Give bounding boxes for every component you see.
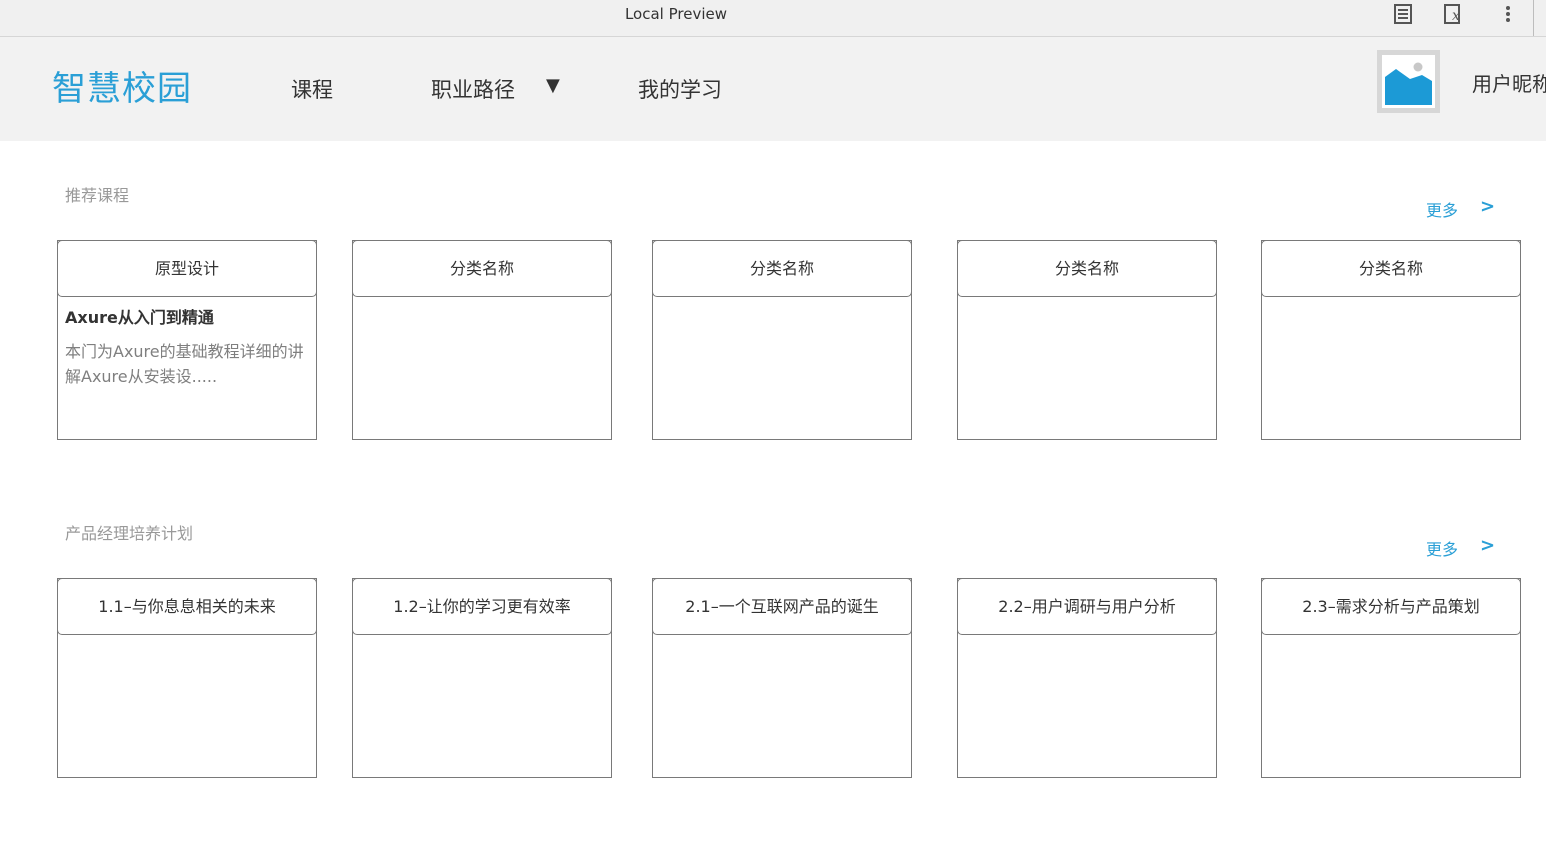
- card-category[interactable]: 分类名称: [352, 240, 612, 297]
- toolbar-divider: [1533, 0, 1534, 36]
- card-category[interactable]: 分类名称: [957, 240, 1217, 297]
- variables-icon[interactable]: x: [1443, 3, 1465, 25]
- site-logo[interactable]: 智慧校园: [52, 61, 192, 110]
- section-title-pm-plan: 产品经理培养计划: [65, 524, 194, 543]
- course-card[interactable]: 分类名称: [1261, 240, 1521, 440]
- more-link[interactable]: 更多: [1426, 197, 1458, 221]
- svg-text:x: x: [1452, 8, 1460, 24]
- nav-my-learning[interactable]: 我的学习: [638, 74, 722, 104]
- card-category[interactable]: 分类名称: [1261, 240, 1521, 297]
- course-description: 本门为Axure的基础教程详细的讲解Axure从安装设.....: [65, 342, 304, 386]
- preview-toolbar: Local Preview x: [0, 0, 1546, 37]
- lesson-title[interactable]: 1.1–与你息息相关的未来: [57, 578, 317, 635]
- preview-title: Local Preview: [624, 5, 728, 23]
- chevron-right-icon[interactable]: >: [1480, 535, 1495, 556]
- chevron-down-icon[interactable]: ▼: [546, 75, 560, 96]
- course-card[interactable]: 原型设计 Axure从入门到精通 本门为Axure的基础教程详细的讲解Axure…: [57, 240, 317, 440]
- notes-icon[interactable]: [1392, 3, 1414, 25]
- lesson-title[interactable]: 2.3–需求分析与产品策划: [1261, 578, 1521, 635]
- course-card[interactable]: 分类名称: [652, 240, 912, 440]
- card-category[interactable]: 分类名称: [652, 240, 912, 297]
- lesson-title[interactable]: 1.2–让你的学习更有效率: [352, 578, 612, 635]
- course-card[interactable]: 分类名称: [352, 240, 612, 440]
- avatar[interactable]: [1377, 50, 1440, 113]
- lesson-card[interactable]: 2.2–用户调研与用户分析: [957, 578, 1217, 778]
- lesson-card[interactable]: 2.3–需求分析与产品策划: [1261, 578, 1521, 778]
- more-link[interactable]: 更多: [1426, 536, 1458, 560]
- nav-courses[interactable]: 课程: [291, 74, 333, 104]
- section-title-recommended: 推荐课程: [65, 186, 130, 205]
- username[interactable]: 用户昵称: [1472, 68, 1546, 97]
- lesson-card[interactable]: 2.1–一个互联网产品的诞生: [652, 578, 912, 778]
- card-category[interactable]: 原型设计: [57, 240, 317, 297]
- lesson-card[interactable]: 1.2–让你的学习更有效率: [352, 578, 612, 778]
- lesson-title[interactable]: 2.2–用户调研与用户分析: [957, 578, 1217, 635]
- course-card[interactable]: 分类名称: [957, 240, 1217, 440]
- nav-career-path[interactable]: 职业路径: [431, 74, 515, 104]
- lesson-title[interactable]: 2.1–一个互联网产品的诞生: [652, 578, 912, 635]
- more-options-icon[interactable]: [1497, 3, 1519, 25]
- course-title[interactable]: Axure从入门到精通: [65, 304, 214, 328]
- lesson-card[interactable]: 1.1–与你息息相关的未来: [57, 578, 317, 778]
- site-header: 智慧校园 课程 职业路径 ▼ 我的学习 用户昵称: [0, 37, 1546, 141]
- chevron-right-icon[interactable]: >: [1480, 196, 1495, 217]
- image-placeholder-icon: [1382, 55, 1435, 108]
